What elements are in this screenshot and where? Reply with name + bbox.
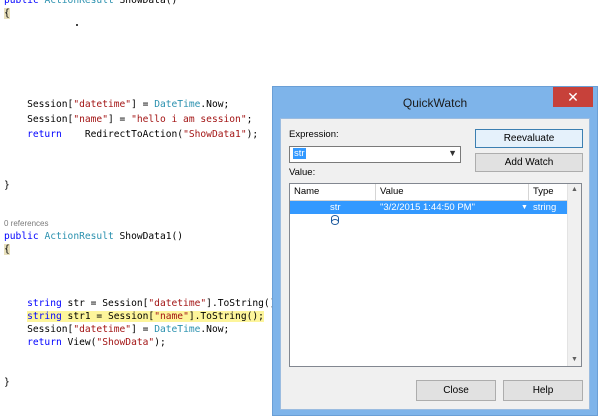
code-line: Session["name"] = "hello i am session"; [4,114,252,126]
value-label: Value: [289,167,316,178]
column-header-type[interactable]: Type [529,184,568,200]
code-token: ] = [131,99,155,110]
code-line: return View("ShowData"); [4,337,166,349]
code-token: { [4,8,10,19]
row-type: string [533,202,557,213]
code-token: ShowData() [113,0,178,6]
grid-header: Name Value Type [290,184,568,201]
code-token: return [27,129,62,140]
dialog-body: Expression: str ▼ Value: Reevaluate Add … [280,118,590,410]
code-token: string [27,311,62,322]
code-token: ActionResult [44,0,114,6]
code-line: Session["datetime"] = DateTime.Now; [4,324,229,336]
code-token: "ShowData1" [183,129,247,140]
vertical-scrollbar[interactable]: ▲ ▼ [567,184,581,366]
code-token: } [4,180,10,191]
expression-label: Expression: [289,129,339,140]
row-value: "3/2/2015 1:44:50 PM" [380,202,475,213]
field-icon [304,201,340,225]
code-token: "name" [73,114,108,125]
code-token: public [4,231,45,242]
stray-dot [76,24,78,26]
code-token: .Now; [200,324,230,335]
code-token: str = Session[ [61,298,149,309]
code-line: Session["datetime"] = DateTime.Now; [4,99,229,111]
code-token: return [27,337,62,348]
code-line: { [4,8,10,20]
code-token: ); [246,129,259,140]
code-token: public [4,0,45,6]
expression-value: str [293,148,306,159]
code-token: "name" [154,311,189,322]
code-token: "datetime" [73,324,132,335]
code-token: ] = [131,324,155,335]
code-token: ].ToString(); [188,311,264,322]
code-line: } [4,377,10,389]
code-token: RedirectToAction( [61,129,184,140]
code-line: string str1 = Session["name"].ToString()… [4,311,264,323]
code-token: ].ToString() [206,298,276,309]
scroll-up-icon[interactable]: ▲ [568,184,581,196]
code-token: str1 = Session[ [61,311,155,322]
code-token: DateTime [154,324,201,335]
chevron-down-icon[interactable]: ▼ [521,201,528,214]
add-watch-button[interactable]: Add Watch [475,153,583,172]
code-token: { [4,244,10,255]
table-row[interactable]: str "3/2/2015 1:44:50 PM" ▼ string [290,201,568,225]
code-token: .Now; [200,99,230,110]
code-token: ); [154,337,166,348]
code-token: ; [246,114,253,125]
code-token: ShowData1() [113,231,184,242]
code-line: public ActionResult ShowData() [4,0,177,7]
references-codelens[interactable]: 0 references [4,219,48,228]
code-token: "ShowData" [96,337,155,348]
code-line: { [4,244,10,256]
code-token: ActionResult [44,231,114,242]
chevron-down-icon[interactable]: ▼ [448,148,457,158]
reevaluate-button[interactable]: Reevaluate [475,129,583,148]
expression-combobox[interactable]: str ▼ [289,146,461,163]
code-token: ] = [107,114,132,125]
code-line: } [4,180,10,192]
row-name: str [330,202,341,213]
code-token: "hello i am session" [131,114,247,125]
quickwatch-dialog: QuickWatch ✕ Expression: str ▼ Value: Re… [272,86,598,416]
code-token: "datetime" [148,298,207,309]
code-token: "datetime" [73,99,132,110]
code-line: string str = Session["datetime"].ToStrin… [4,298,275,310]
code-token: Session[ [4,114,74,125]
code-line: return RedirectToAction("ShowData1"); [4,129,258,141]
help-button[interactable]: Help [503,380,583,401]
close-icon[interactable]: ✕ [553,87,593,107]
dialog-titlebar[interactable]: QuickWatch ✕ [273,87,597,119]
dialog-title: QuickWatch [402,96,468,110]
code-token: View( [61,337,97,348]
code-line: public ActionResult ShowData1() [4,231,183,243]
code-token: } [4,377,10,388]
code-token: Session[ [4,324,74,335]
column-header-name[interactable]: Name [290,184,376,200]
magnifier-icon[interactable] [509,201,546,225]
code-token: string [27,298,62,309]
close-button[interactable]: Close [416,380,496,401]
code-token: DateTime [154,99,201,110]
watch-grid[interactable]: Name Value Type str "3/2/2015 1:44:50 PM… [289,183,582,367]
code-token: Session[ [4,99,74,110]
column-header-value[interactable]: Value [376,184,529,200]
scroll-down-icon[interactable]: ▼ [568,354,581,366]
